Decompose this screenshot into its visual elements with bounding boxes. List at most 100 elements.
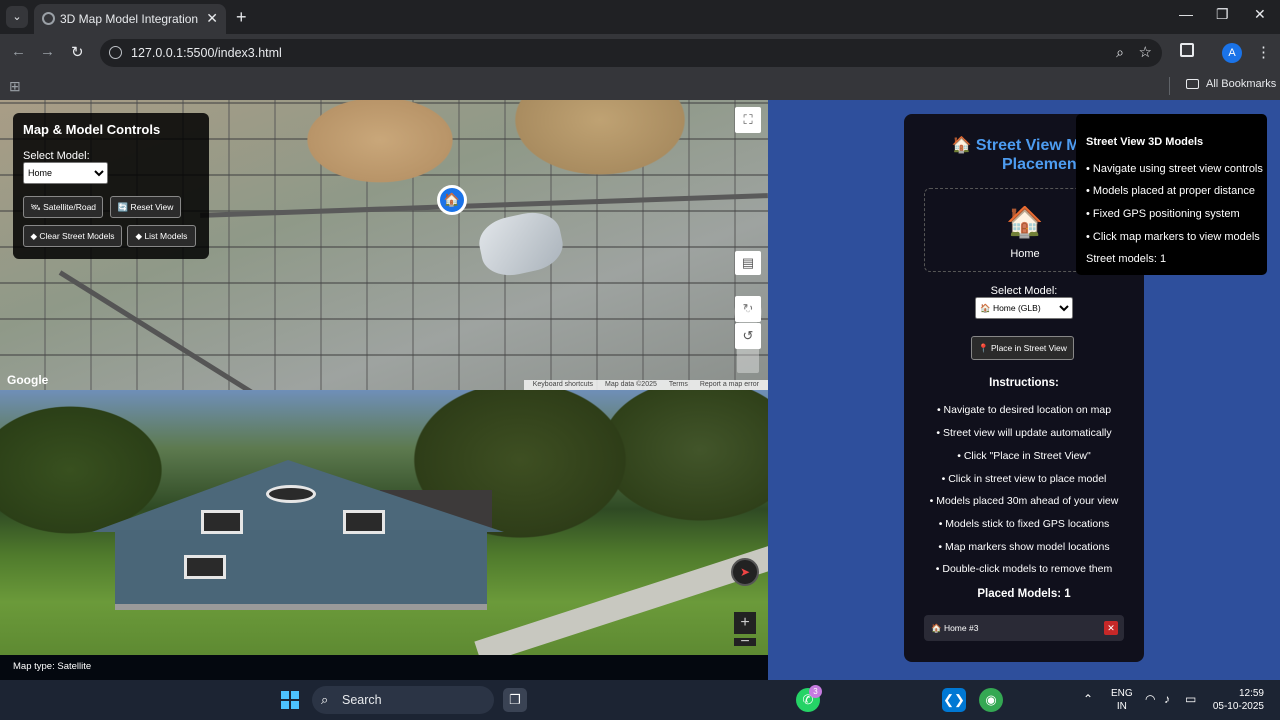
report-error-link[interactable]: Report a map error	[700, 381, 759, 388]
instruction-item: • Click in street view to place model	[941, 473, 1107, 485]
new-tab-button[interactable]: +	[236, 7, 247, 28]
street-info-title: Street View 3D Models	[1086, 136, 1204, 148]
clear-street-models-button[interactable]: ◆ Clear Street Models	[23, 225, 122, 247]
street-view-info-panel: Street View 3D Models • Navigate using s…	[1076, 114, 1267, 275]
keyboard-shortcuts-link[interactable]: Keyboard shortcuts	[533, 381, 593, 388]
instruction-item: • Navigate to desired location on map	[936, 404, 1112, 416]
taskbar: ⌕ Search ❐ ✆ 3 ❮❯ ◉ ⌃ ENG IN ◠ ♪ ▭ 12:59…	[0, 680, 1280, 720]
map-type-text: Map type: Satellite	[13, 661, 92, 672]
language-indicator[interactable]: ENG IN	[1111, 687, 1133, 713]
street-models-count: Street models: 1	[1086, 253, 1167, 265]
house-emoji-icon: 🏠	[951, 137, 976, 154]
tilt-button[interactable]: ▤	[735, 251, 761, 275]
clock[interactable]: 12:59 05-10-2025	[1212, 687, 1264, 713]
zoom-icon[interactable]: ⌕	[1116, 44, 1124, 61]
forward-button[interactable]: →	[40, 43, 55, 60]
task-view-icon[interactable]: ❐	[503, 688, 527, 712]
vscode-icon[interactable]: ❮❯	[942, 688, 966, 712]
place-in-street-view-button[interactable]: 📍 Place in Street View	[971, 336, 1074, 360]
profile-avatar[interactable]: A	[1222, 43, 1242, 63]
terms-link[interactable]: Terms	[669, 381, 688, 388]
battery-icon[interactable]: ▭	[1185, 692, 1196, 706]
show-hidden-icons[interactable]: ⌃	[1083, 692, 1093, 706]
model-marker[interactable]: 🏠	[437, 185, 467, 215]
instruction-item: • Models placed 30m ahead of your view	[929, 495, 1119, 507]
globe-icon	[42, 12, 55, 25]
lang-line-2: IN	[1116, 701, 1127, 712]
apps-grid-icon[interactable]: ⊞	[9, 78, 21, 95]
menu-icon[interactable]: ⋮	[1256, 43, 1271, 61]
model-select[interactable]: Home	[23, 162, 108, 184]
maximize-button[interactable]: ❐	[1216, 6, 1229, 23]
folder-icon[interactable]	[1186, 79, 1199, 89]
tab-strip: ⌄ 3D Map Model Integration ✕ + — ❐ ✕	[0, 0, 1280, 34]
reload-button[interactable]: ↻	[71, 43, 84, 61]
select-model-label: Select Model:	[23, 150, 90, 162]
url-text[interactable]: 127.0.0.1:5500/index3.html	[131, 46, 282, 60]
lang-line-1: ENG	[1111, 688, 1133, 699]
placed-model-label: 🏠 Home #3	[931, 623, 979, 633]
all-bookmarks-link[interactable]: All Bookmarks	[1206, 78, 1276, 90]
street-info-line: • Models placed at proper distance	[1086, 185, 1255, 197]
map-type-status: Map type: Satellite	[0, 655, 768, 680]
whatsapp-badge: 3	[809, 685, 822, 698]
zoom-in-button[interactable]: +	[734, 612, 756, 634]
satellite-road-button[interactable]: 🛰 Satellite/Road	[23, 196, 103, 218]
map-road	[200, 193, 768, 218]
house-model[interactable]	[115, 530, 487, 610]
street-info-line: • Navigate using street view controls	[1086, 163, 1263, 175]
google-logo: Google	[7, 373, 49, 387]
house-oval-window	[266, 485, 316, 503]
clock-date: 05-10-2025	[1212, 701, 1264, 712]
extensions-icon[interactable]	[1180, 43, 1194, 57]
site-info-icon[interactable]	[109, 46, 122, 59]
chrome-icon[interactable]: ◉	[979, 688, 1003, 712]
back-button[interactable]: ←	[11, 43, 26, 60]
bookmarks-divider	[1169, 77, 1170, 95]
reset-view-button[interactable]: 🔄 Reset View	[110, 196, 181, 218]
camera-control-icon[interactable]: ✥	[734, 298, 762, 326]
placement-model-select[interactable]: 🏠 Home (GLB)	[975, 297, 1073, 319]
instruction-item: • Street view will update automatically	[936, 427, 1112, 439]
house-window	[184, 555, 226, 579]
browser-toolbar: ← → ↻ 127.0.0.1:5500/index3.html ⌕ ☆ A ⋮	[0, 34, 1280, 72]
rotate-left-button[interactable]: ↺	[735, 323, 761, 349]
street-info-line: • Click map markers to view models	[1086, 231, 1260, 243]
placed-models-count: Placed Models: 1	[977, 588, 1071, 600]
instruction-item: • Map markers show model locations	[938, 541, 1110, 553]
windows-start-icon[interactable]	[281, 691, 299, 709]
fullscreen-button[interactable]: ⛶	[735, 107, 761, 133]
tab-search-button[interactable]: ⌄	[6, 6, 28, 28]
placement-select-label: Select Model:	[990, 285, 1058, 297]
tab-title: 3D Map Model Integration	[60, 12, 199, 26]
street-view[interactable]: ➤ + −	[0, 390, 768, 655]
volume-icon[interactable]: ♪	[1164, 692, 1170, 706]
remove-model-button[interactable]: ✕	[1104, 621, 1118, 635]
close-tab-icon[interactable]: ✕	[206, 10, 218, 27]
clock-time: 12:59	[1238, 688, 1264, 699]
map-building	[474, 207, 568, 281]
search-icon: ⌕	[321, 692, 329, 707]
bookmark-star-icon[interactable]: ☆	[1139, 43, 1152, 61]
controls-title: Map & Model Controls	[23, 122, 161, 137]
map-road	[58, 270, 418, 390]
map-model-controls: Map & Model Controls Select Model: Home …	[13, 113, 209, 259]
tab-active[interactable]: 3D Map Model Integration ✕	[34, 4, 226, 34]
map-attribution: Keyboard shortcuts Map data ©2025 Terms …	[523, 380, 768, 390]
compass-icon[interactable]: ➤	[731, 558, 759, 586]
list-models-button[interactable]: ◆ List Models	[127, 225, 196, 247]
street-info-line: • Fixed GPS positioning system	[1086, 208, 1240, 220]
house-window	[343, 510, 385, 534]
minimize-button[interactable]: —	[1179, 6, 1193, 22]
placed-model-item[interactable]: 🏠 Home #3 ✕	[924, 615, 1124, 641]
search-label: Search	[342, 693, 382, 707]
taskbar-search[interactable]: ⌕ Search	[312, 686, 494, 714]
address-bar[interactable]: 127.0.0.1:5500/index3.html ⌕ ☆	[100, 39, 1162, 67]
close-window-button[interactable]: ✕	[1254, 6, 1266, 23]
wifi-icon[interactable]: ◠	[1145, 692, 1155, 706]
pegman-icon[interactable]	[737, 347, 759, 373]
zoom-out-button[interactable]: −	[734, 634, 756, 650]
house-window	[201, 510, 243, 534]
instruction-item: • Click "Place in Street View"	[957, 450, 1091, 462]
instruction-item: • Double-click models to remove them	[935, 563, 1113, 575]
